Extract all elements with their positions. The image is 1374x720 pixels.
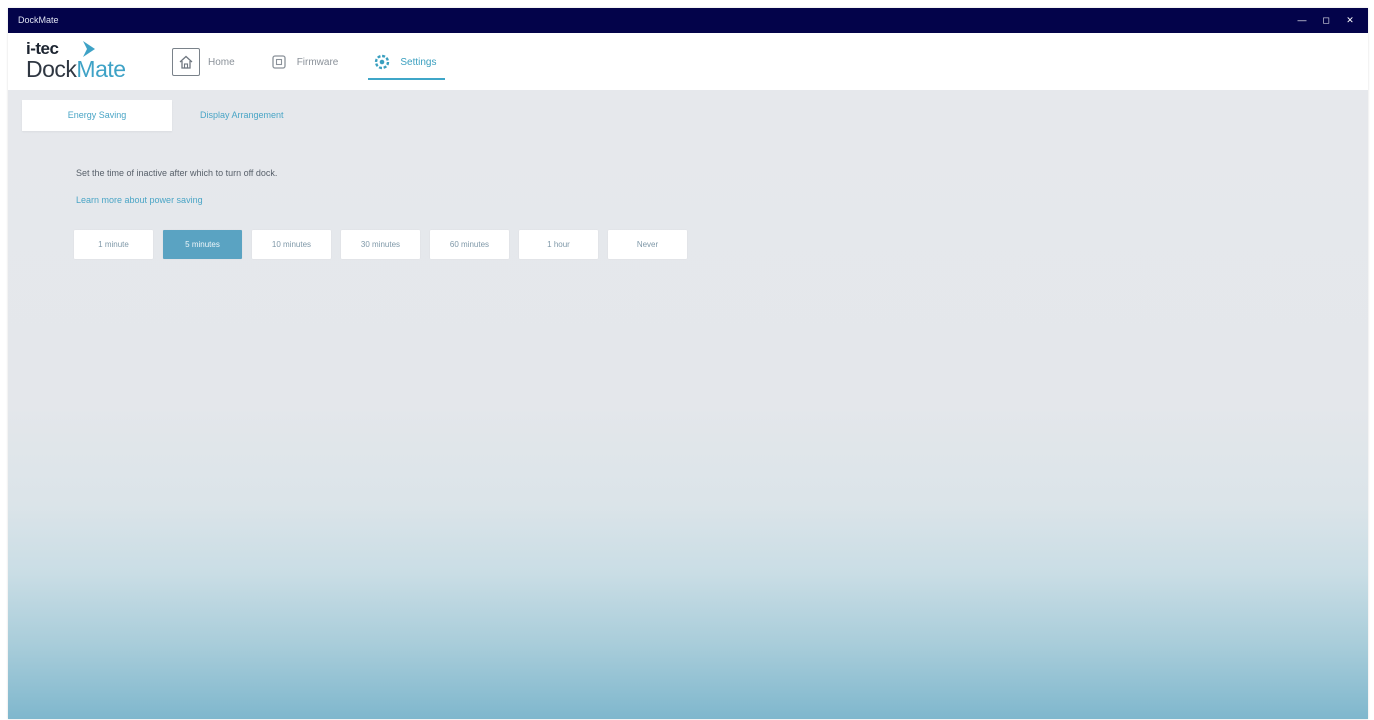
- nav-home[interactable]: Home: [172, 46, 235, 78]
- close-button[interactable]: ✕: [1340, 12, 1360, 28]
- window-title: DockMate: [18, 15, 59, 25]
- tab-energy-saving[interactable]: Energy Saving: [22, 100, 172, 131]
- maximize-button[interactable]: ◻: [1316, 12, 1336, 28]
- app-window: DockMate — ◻ ✕ i-tec DockMate Home Firmw…: [8, 8, 1368, 719]
- option-button[interactable]: 5 minutes: [163, 230, 242, 259]
- app-header: i-tec DockMate Home Firmware Settings: [8, 33, 1368, 90]
- nav-settings[interactable]: Settings: [368, 46, 445, 80]
- firmware-icon: [269, 52, 289, 72]
- option-button[interactable]: 1 hour: [519, 230, 598, 259]
- gear-icon: [372, 52, 392, 72]
- itec-dockmate-logo: i-tec DockMate: [26, 39, 156, 85]
- nav-settings-label: Settings: [400, 56, 437, 68]
- logo-mate-text: Mate: [76, 56, 126, 82]
- nav-firmware[interactable]: Firmware: [269, 46, 339, 78]
- main-navigation: Home Firmware Settings: [172, 45, 471, 80]
- settings-tabs: Energy Saving Display Arrangement: [22, 100, 400, 131]
- title-bar: DockMate — ◻ ✕: [8, 8, 1368, 33]
- timeout-options: 1 minute 5 minutes 10 minutes 30 minutes…: [74, 230, 687, 259]
- option-button[interactable]: 60 minutes: [430, 230, 509, 259]
- option-button[interactable]: 30 minutes: [341, 230, 420, 259]
- option-button[interactable]: 1 minute: [74, 230, 153, 259]
- option-button[interactable]: 10 minutes: [252, 230, 331, 259]
- window-controls: — ◻ ✕: [1292, 12, 1360, 28]
- nav-firmware-label: Firmware: [296, 56, 339, 68]
- option-button[interactable]: Never: [608, 230, 687, 259]
- logo-dock-text: Dock: [26, 56, 77, 82]
- logo-brand-bottom: DockMate: [26, 56, 126, 83]
- home-icon: [172, 48, 200, 76]
- settings-content: Energy Saving Display Arrangement Set th…: [8, 90, 1368, 719]
- minimize-button[interactable]: —: [1292, 12, 1312, 28]
- nav-home-label: Home: [208, 56, 235, 68]
- energy-saving-description: Set the time of inactive after which to …: [76, 168, 278, 178]
- learn-more-link[interactable]: Learn more about power saving: [76, 195, 203, 205]
- tab-display-arrangement[interactable]: Display Arrangement: [200, 100, 400, 131]
